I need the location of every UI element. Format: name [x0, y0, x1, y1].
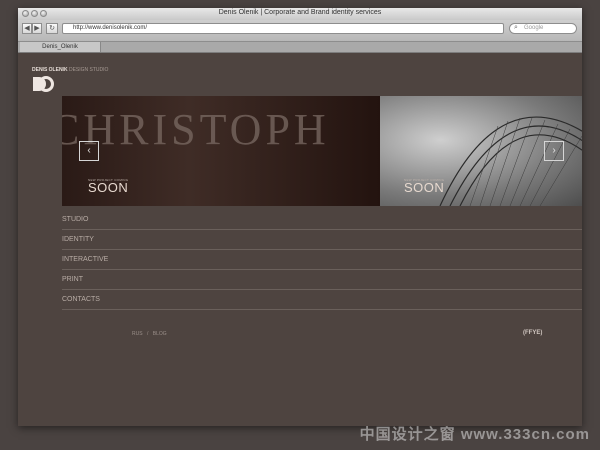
forward-button[interactable]: ▶: [32, 23, 42, 34]
back-button[interactable]: ◀: [22, 23, 32, 34]
footer-link-blog[interactable]: BLOG: [153, 331, 167, 337]
menu-item-studio[interactable]: STUDIO: [62, 210, 582, 230]
menu-item-print[interactable]: PRINT: [62, 270, 582, 290]
footer-right-mark[interactable]: (FFYE): [523, 330, 542, 336]
menu-item-interactive[interactable]: INTERACTIVE: [62, 250, 582, 270]
address-bar[interactable]: http://www.denisolenik.com/: [62, 23, 504, 34]
address-url: http://www.denisolenik.com/: [73, 25, 148, 31]
site-logo-text[interactable]: DENIS OLENIK DESIGN STUDIO: [32, 67, 108, 73]
browser-window: Denis Olenik | Corporate and Brand ident…: [18, 8, 582, 426]
window-title: Denis Olenik | Corporate and Brand ident…: [218, 9, 382, 16]
slide-1[interactable]: CHRISTOPH NEW PROJECT COMING SOON: [62, 96, 380, 206]
tab-denis-olenik[interactable]: Denis_Olenik: [20, 42, 101, 52]
menu-item-contacts[interactable]: CONTACTS: [62, 290, 582, 310]
slider-next-button[interactable]: ›: [544, 141, 564, 161]
footer-separator: /: [146, 331, 149, 337]
title-bar: Denis Olenik | Corporate and Brand ident…: [18, 8, 582, 20]
search-icon: ⌕: [514, 24, 518, 31]
main-menu: STUDIO IDENTITY INTERACTIVE PRINT CONTAC…: [62, 210, 582, 310]
slide-2-caption: SOON: [404, 180, 445, 195]
browser-toolbar: ◀ ▶ ↻ http://www.denisolenik.com/ ⌕ Goog…: [18, 20, 582, 42]
logo-mark-icon[interactable]: [32, 75, 54, 98]
search-placeholder: Google: [524, 25, 544, 31]
menu-item-identity[interactable]: IDENTITY: [62, 230, 582, 250]
footer-links: RUS / BLOG: [132, 331, 167, 337]
logo-name: DENIS OLENIK: [32, 67, 68, 73]
page-content: DENIS OLENIK DESIGN STUDIO CHRISTOPH NEW…: [18, 53, 582, 426]
logo-sub: DESIGN STUDIO: [67, 67, 109, 73]
slide-1-big-word: CHRISTOPH: [62, 105, 330, 154]
footer-link-rus[interactable]: RUS: [132, 331, 143, 337]
search-input[interactable]: ⌕ Google: [509, 23, 577, 34]
watermark: 中国设计之窗 www.333cn.com: [359, 426, 590, 443]
reload-button[interactable]: ↻: [46, 23, 58, 34]
project-slider: CHRISTOPH NEW PROJECT COMING SOON NEW PR…: [62, 96, 582, 206]
slider-prev-button[interactable]: ‹: [79, 141, 99, 161]
tab-bar: Denis_Olenik: [18, 42, 582, 53]
slide-1-caption: SOON: [88, 180, 129, 195]
